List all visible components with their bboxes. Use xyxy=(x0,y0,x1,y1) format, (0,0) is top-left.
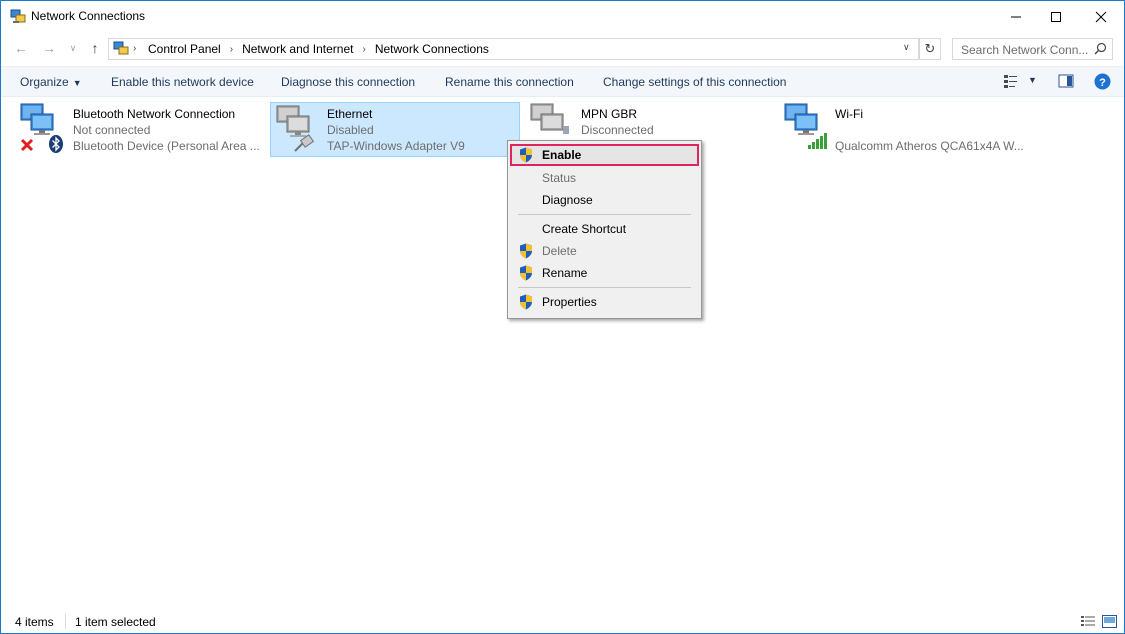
connection-name: Ethernet xyxy=(327,107,373,121)
menu-item-rename[interactable]: Rename xyxy=(510,262,699,284)
back-button[interactable]: ← xyxy=(12,39,30,57)
breadcrumb-separator-icon[interactable]: › xyxy=(362,44,365,55)
close-button[interactable] xyxy=(1078,1,1124,32)
connection-status: Disabled xyxy=(327,123,374,137)
view-options-caret-icon[interactable]: ▼ xyxy=(1028,75,1037,85)
breadcrumb-control-panel[interactable]: Control Panel xyxy=(148,42,221,56)
forward-button[interactable]: → xyxy=(40,39,58,57)
help-icon[interactable]: ? xyxy=(1094,73,1111,90)
network-connections-window: Network Connections ← → ∨ ↑ › Control Pa… xyxy=(0,0,1125,634)
recent-locations-button[interactable]: ∨ xyxy=(64,39,82,57)
control-panel-icon xyxy=(113,41,129,55)
breadcrumb-separator-icon[interactable]: › xyxy=(230,44,233,55)
menu-item-diagnose[interactable]: Diagnose xyxy=(510,189,699,211)
menu-item-create-shortcut[interactable]: Create Shortcut xyxy=(510,218,699,240)
refresh-button[interactable]: ↻ xyxy=(919,38,941,60)
change-settings-button[interactable]: Change settings of this connection xyxy=(603,75,786,89)
connection-device: TAP-Windows Adapter V9 xyxy=(327,139,465,153)
menu-separator xyxy=(518,214,691,215)
command-bar: Organize ▼ Enable this network device Dia… xyxy=(1,66,1124,97)
signal-bars-icon xyxy=(808,133,827,149)
menu-item-properties[interactable]: Properties xyxy=(510,291,699,313)
menu-item-label: Properties xyxy=(542,295,597,309)
connection-name: Bluetooth Network Connection xyxy=(73,107,236,121)
connection-name: Wi-Fi xyxy=(835,107,863,121)
uac-shield-icon xyxy=(520,243,532,259)
menu-item-label: Diagnose xyxy=(542,193,593,207)
window-title: Network Connections xyxy=(31,9,146,23)
menu-item-label: Status xyxy=(542,171,577,185)
status-divider xyxy=(65,614,66,629)
context-menu: Enable Status Diagnose Create Shortcut D… xyxy=(507,140,702,319)
menu-item-label: Enable xyxy=(542,148,582,162)
connection-status: Disconnected xyxy=(581,123,654,137)
connection-item-bluetooth[interactable]: Bluetooth Network Connection Not connect… xyxy=(17,102,267,157)
arrow-left-icon: ← xyxy=(14,40,28,56)
enable-device-button[interactable]: Enable this network device xyxy=(111,75,254,89)
connection-device: Bluetooth Device (Personal Area ... xyxy=(73,139,260,153)
diagnose-connection-button[interactable]: Diagnose this connection xyxy=(281,75,415,89)
up-button[interactable]: ↑ xyxy=(86,39,104,57)
menu-item-label: Rename xyxy=(542,266,588,280)
uac-shield-icon xyxy=(520,294,532,310)
chevron-down-icon: ∨ xyxy=(69,42,77,53)
breadcrumb-network-and-internet[interactable]: Network and Internet xyxy=(242,42,353,56)
arrow-right-icon: → xyxy=(42,40,56,56)
item-count: 4 items xyxy=(15,615,54,629)
minimize-icon xyxy=(1011,16,1021,17)
menu-separator xyxy=(518,287,691,288)
menu-item-delete[interactable]: Delete xyxy=(510,240,699,262)
connection-device: Qualcomm Atheros QCA61x4A W... xyxy=(835,139,1024,153)
caret-down-icon: ▼ xyxy=(72,78,82,88)
uac-shield-icon xyxy=(520,265,532,281)
svg-text:?: ? xyxy=(1099,77,1106,89)
maximize-icon xyxy=(1051,11,1061,22)
address-row: ← → ∨ ↑ › Control Panel › Network and In… xyxy=(1,32,1124,64)
uac-shield-icon xyxy=(520,147,532,163)
connection-status: Not connected xyxy=(73,123,151,137)
search-placeholder: Search Network Conn... xyxy=(961,43,1089,57)
breadcrumb-network-connections[interactable]: Network Connections xyxy=(375,42,489,56)
selected-count: 1 item selected xyxy=(75,615,156,629)
change-view-icon[interactable] xyxy=(1003,73,1019,89)
search-icon xyxy=(1094,42,1107,55)
maximize-button[interactable] xyxy=(1033,1,1079,32)
menu-item-status[interactable]: Status xyxy=(510,167,699,189)
search-input[interactable]: Search Network Conn... xyxy=(952,38,1113,60)
connection-item-ethernet[interactable]: Ethernet Disabled TAP-Windows Adapter V9 xyxy=(270,102,520,157)
connection-item-wifi[interactable]: Wi-Fi Qualcomm Atheros QCA61x4A W... xyxy=(779,102,1039,157)
large-icons-view-icon[interactable] xyxy=(1102,615,1117,628)
rename-connection-button[interactable]: Rename this connection xyxy=(445,75,574,89)
details-view-icon[interactable] xyxy=(1080,615,1096,628)
status-bar: 4 items 1 item selected xyxy=(1,610,1124,633)
menu-item-label: Delete xyxy=(542,244,577,258)
menu-item-enable[interactable]: Enable xyxy=(510,144,699,166)
close-icon xyxy=(1095,11,1107,22)
organize-label: Organize xyxy=(20,75,69,89)
refresh-icon: ↻ xyxy=(924,41,936,56)
cable-icon xyxy=(294,134,315,152)
title-bar: Network Connections xyxy=(1,1,1124,32)
address-dropdown-icon[interactable]: ∨ xyxy=(903,42,910,53)
network-connections-icon xyxy=(10,9,26,23)
preview-pane-icon[interactable] xyxy=(1058,73,1074,89)
connection-name: MPN GBR xyxy=(581,107,638,121)
bluetooth-icon xyxy=(49,135,63,153)
organize-menu-button[interactable]: Organize ▼ xyxy=(20,75,82,89)
address-bar[interactable]: › Control Panel › Network and Internet ›… xyxy=(108,38,919,60)
breadcrumb: Control Panel › Network and Internet › N… xyxy=(135,42,489,56)
red-x-icon xyxy=(20,138,34,152)
arrow-up-icon: ↑ xyxy=(91,40,99,56)
menu-item-label: Create Shortcut xyxy=(542,222,627,236)
